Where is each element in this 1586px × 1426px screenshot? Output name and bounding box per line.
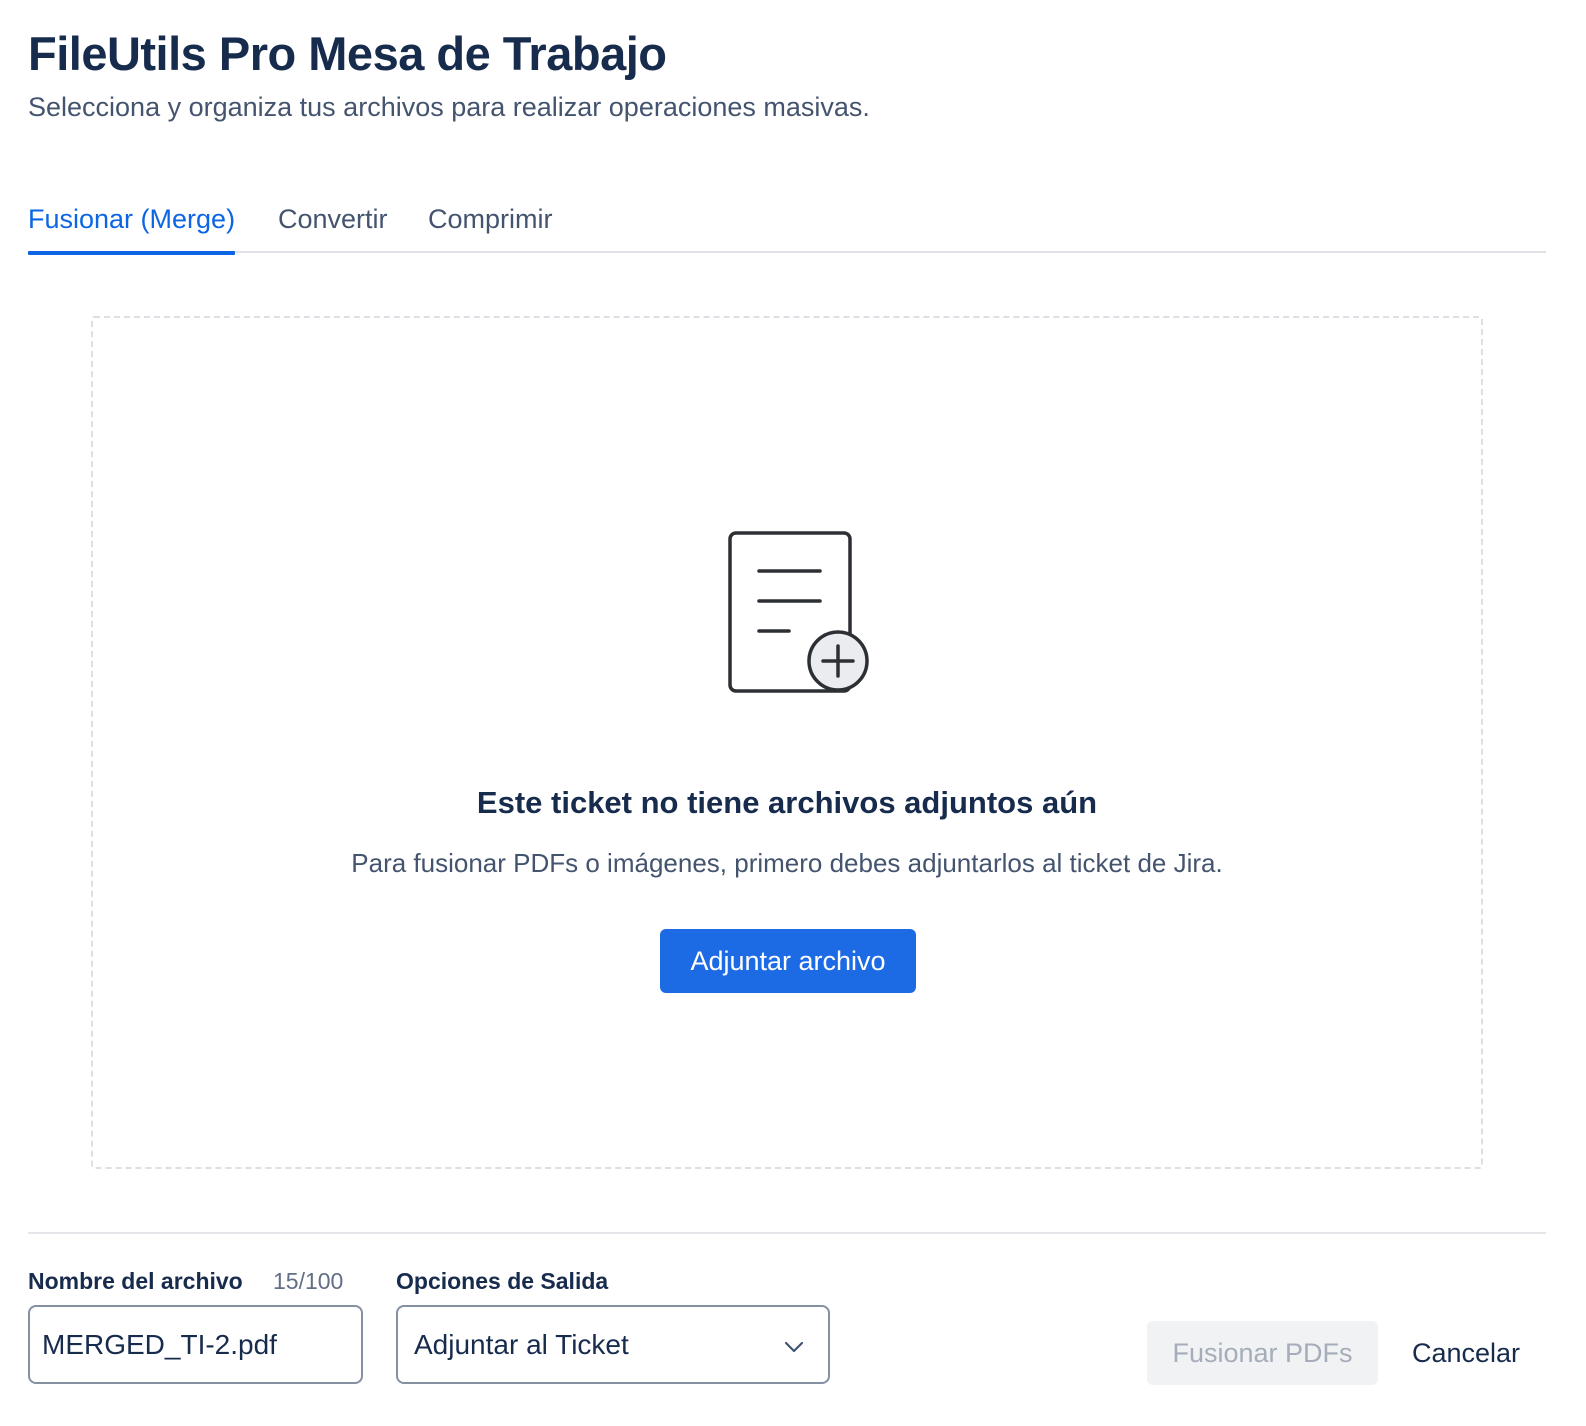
chevron-down-icon (784, 1341, 804, 1353)
page-title: FileUtils Pro Mesa de Trabajo (28, 27, 667, 80)
output-options-select[interactable]: Adjuntar al Ticket (396, 1305, 830, 1384)
tab-bar: Fusionar (Merge) Convertir Comprimir (28, 196, 1546, 255)
document-add-icon (728, 531, 869, 693)
file-dropzone[interactable]: Este ticket no tiene archivos adjuntos a… (91, 316, 1483, 1169)
output-options-label: Opciones de Salida (396, 1268, 609, 1294)
attach-file-button[interactable]: Adjuntar archivo (660, 929, 916, 993)
tab-compress[interactable]: Comprimir (428, 204, 553, 253)
cancel-button[interactable]: Cancelar (1396, 1321, 1536, 1385)
merge-pdfs-button[interactable]: Fusionar PDFs (1147, 1321, 1378, 1385)
filename-label: Nombre del archivo (28, 1268, 243, 1294)
empty-state-heading: Este ticket no tiene archivos adjuntos a… (476, 785, 1098, 820)
footer-divider (28, 1232, 1546, 1234)
empty-state-description: Para fusionar PDFs o imágenes, primero d… (351, 848, 1223, 878)
page-subtitle: Selecciona y organiza tus archivos para … (28, 92, 870, 122)
filename-char-counter: 15/100 (273, 1268, 344, 1294)
tab-convert[interactable]: Convertir (278, 204, 388, 253)
tab-merge[interactable]: Fusionar (Merge) (28, 204, 236, 255)
workbench-page: FileUtils Pro Mesa de Trabajo Selecciona… (0, 0, 1586, 1426)
output-options-value: Adjuntar al Ticket (414, 1329, 629, 1360)
filename-input[interactable] (28, 1305, 363, 1384)
